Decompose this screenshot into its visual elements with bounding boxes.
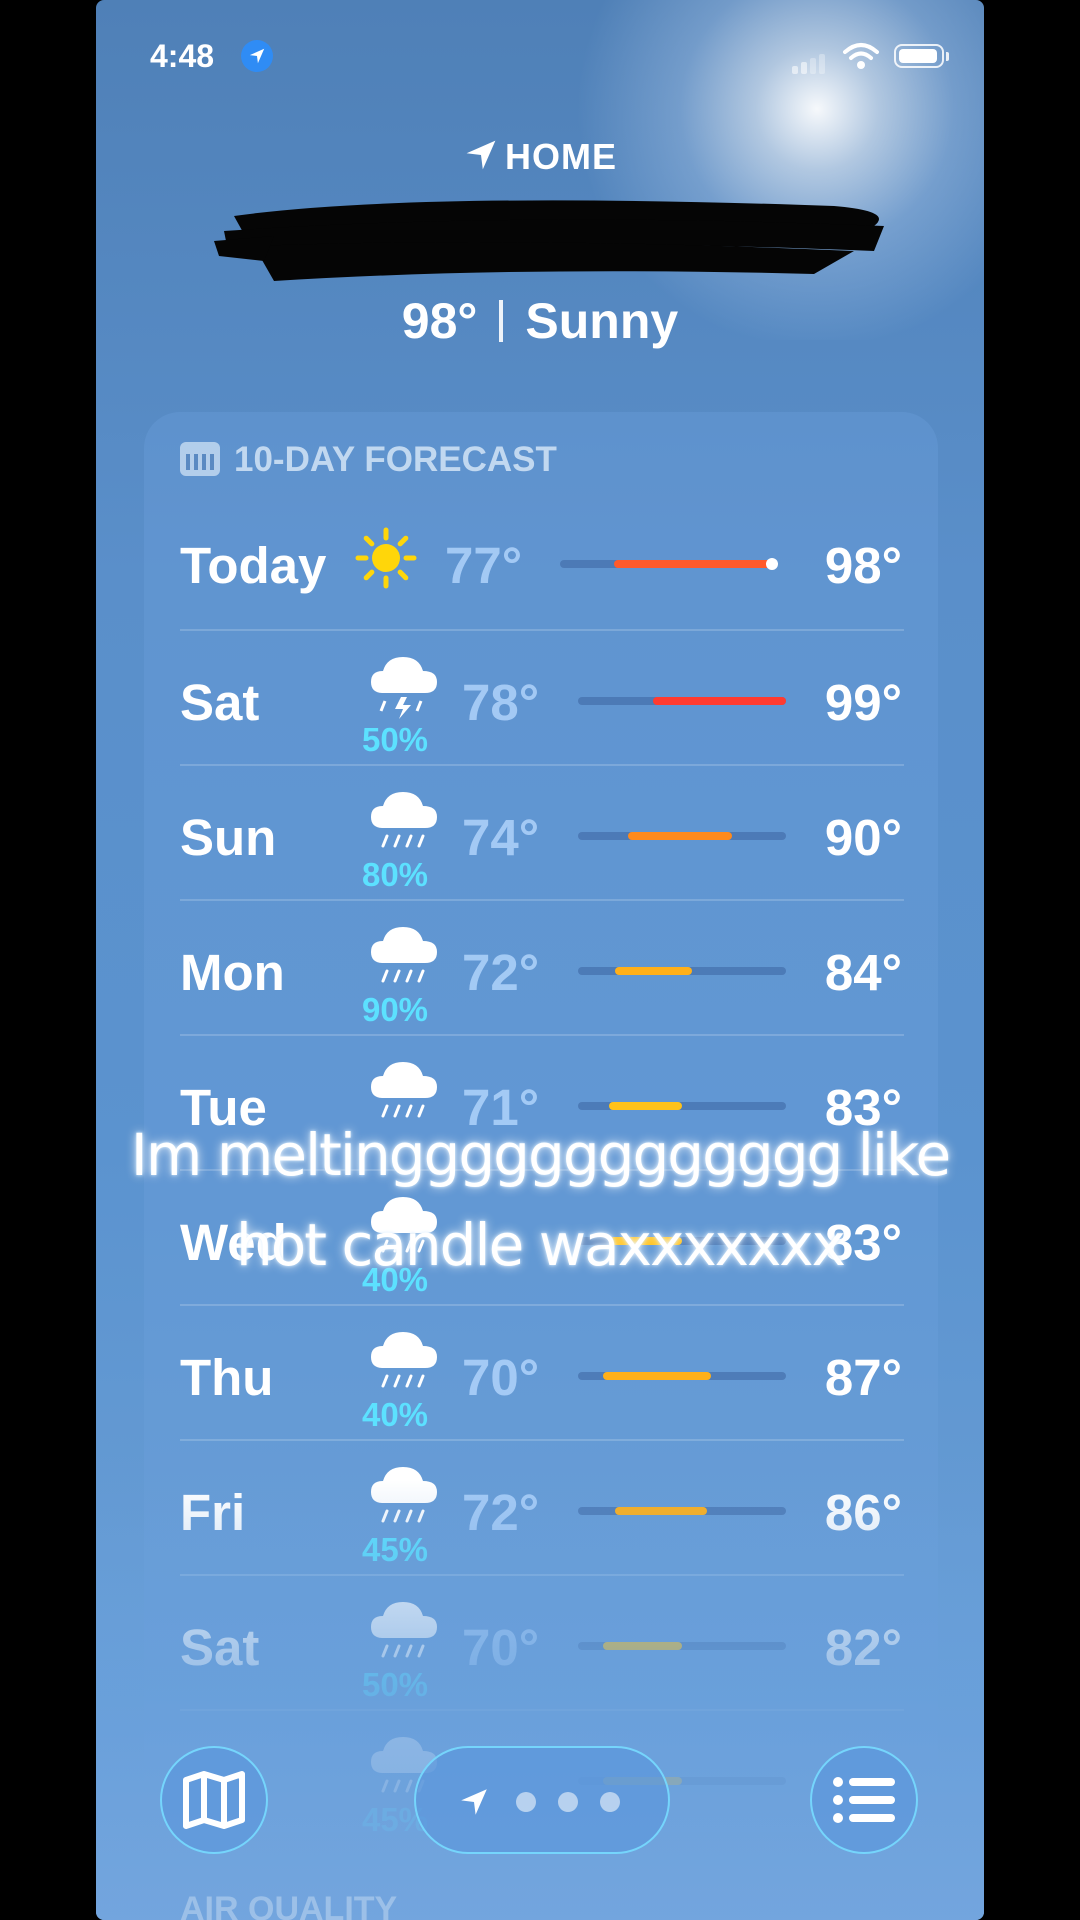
home-text: HOME (505, 136, 617, 177)
rain-icon (365, 1324, 445, 1394)
rain-icon (365, 784, 445, 854)
forecast-day: Sun (180, 809, 277, 866)
forecast-high: 99° (824, 674, 902, 731)
forecast-row[interactable]: Mon 90% 72° 84° (180, 899, 904, 1036)
redacted-city-name (214, 200, 884, 281)
current-temp-dot (766, 558, 778, 570)
precip-chance: 40% (361, 1396, 429, 1433)
temp-range-fill (614, 560, 776, 568)
bottom-fade (96, 1480, 984, 1920)
video-caption: Im meltinggggggggggggg like hot candle w… (96, 1110, 984, 1290)
wifi-icon (842, 42, 880, 75)
location-home-label: HOME (96, 136, 984, 178)
temp-range-bar (578, 697, 786, 705)
temp-range-fill (615, 967, 693, 975)
precip-chance: 90% (361, 991, 429, 1028)
temp-range-bar (578, 967, 786, 975)
temp-range-fill (652, 697, 786, 705)
temp-range-fill (627, 832, 732, 840)
forecast-low: 78° (462, 674, 540, 731)
thunderstorm-icon (365, 649, 445, 719)
page-dot[interactable] (516, 1792, 536, 1812)
sun-icon (352, 524, 432, 594)
location-services-icon (241, 40, 273, 72)
temp-range-bar (578, 1102, 786, 1110)
calendar-icon (180, 442, 220, 476)
forecast-low: 74° (462, 809, 540, 866)
cellular-signal-icon (792, 54, 828, 74)
forecast-row[interactable]: Sun 80% 74° 90° (180, 764, 904, 901)
temp-range-bar (578, 1372, 786, 1380)
precip-chance: 80% (361, 856, 429, 893)
list-icon (833, 1777, 895, 1823)
page-dot[interactable] (600, 1792, 620, 1812)
forecast-header: 10-DAY FORECAST (180, 440, 557, 480)
forecast-high: 90° (824, 809, 902, 866)
status-time: 4:48 (150, 38, 215, 74)
forecast-header-label: 10-DAY FORECAST (234, 440, 557, 479)
forecast-high: 98° (824, 537, 902, 594)
caption-line-2: hot candle waxxxxxxx (236, 1211, 846, 1279)
weather-screen: 4:48 HOME 98° Sunny 10-DAY FORECAST Toda… (96, 0, 984, 1920)
temp-range-bar (560, 558, 778, 570)
caption-line-1: Im meltinggggggggggggg like (130, 1121, 951, 1189)
forecast-high: 87° (824, 1349, 902, 1406)
temp-range-bar (578, 832, 786, 840)
current-location-page-icon (461, 1789, 487, 1815)
page-indicator[interactable] (414, 1746, 670, 1854)
current-condition: Sunny (525, 293, 679, 349)
air-quality-header: AIR QUALITY (180, 1890, 398, 1920)
forecast-row[interactable]: Today 77° 98° (180, 494, 904, 629)
forecast-low: 70° (462, 1349, 540, 1406)
forecast-row[interactable]: Thu 40% 70° 87° (180, 1304, 904, 1441)
map-icon (183, 1771, 245, 1829)
temp-range-fill (609, 1102, 682, 1110)
page-dot[interactable] (558, 1792, 578, 1812)
forecast-day: Mon (180, 944, 285, 1001)
current-conditions: 98° Sunny (96, 292, 984, 350)
location-list-button[interactable] (810, 1746, 918, 1854)
battery-icon (894, 44, 949, 68)
forecast-high: 84° (824, 944, 902, 1001)
forecast-day: Sat (180, 674, 260, 731)
status-bar: 4:48 (96, 34, 984, 78)
forecast-day: Today (180, 537, 327, 594)
location-arrow-icon (466, 140, 496, 170)
precip-chance: 50% (361, 721, 429, 758)
forecast-row[interactable]: Sat 50% 78° 99° (180, 629, 904, 766)
map-button[interactable] (160, 1746, 268, 1854)
forecast-low: 72° (462, 944, 540, 1001)
forecast-day: Thu (180, 1349, 274, 1406)
temp-range-fill (602, 1372, 712, 1380)
current-temp: 98° (401, 293, 478, 349)
rain-icon (365, 919, 445, 989)
forecast-low: 77° (445, 537, 523, 594)
